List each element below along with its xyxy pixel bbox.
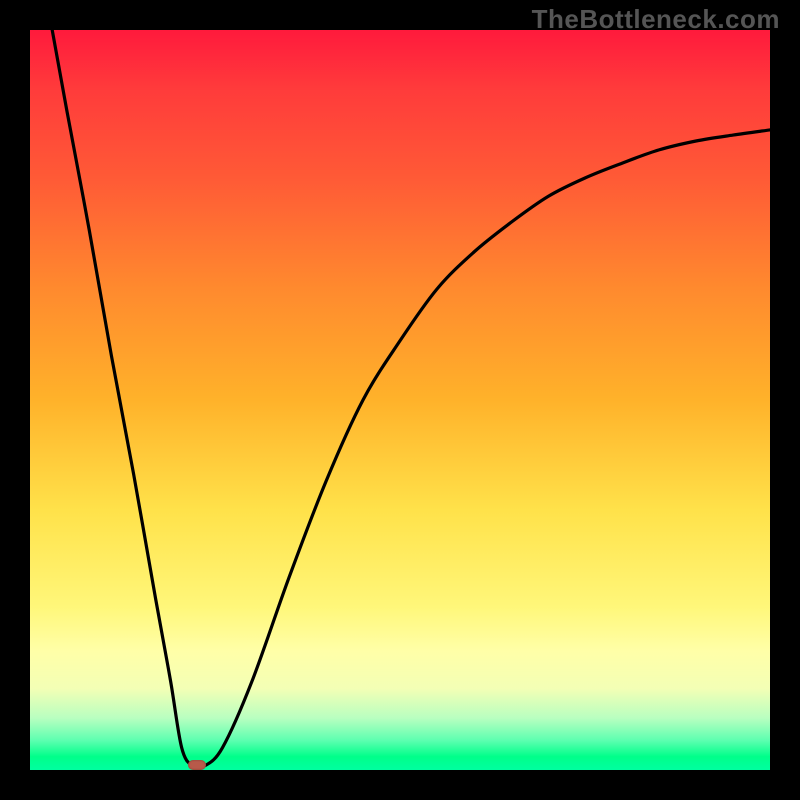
- watermark-text: TheBottleneck.com: [532, 4, 780, 35]
- plot-area: [30, 30, 770, 770]
- chart-frame: TheBottleneck.com: [0, 0, 800, 800]
- minimum-marker: [188, 760, 206, 770]
- bottleneck-curve: [30, 30, 770, 770]
